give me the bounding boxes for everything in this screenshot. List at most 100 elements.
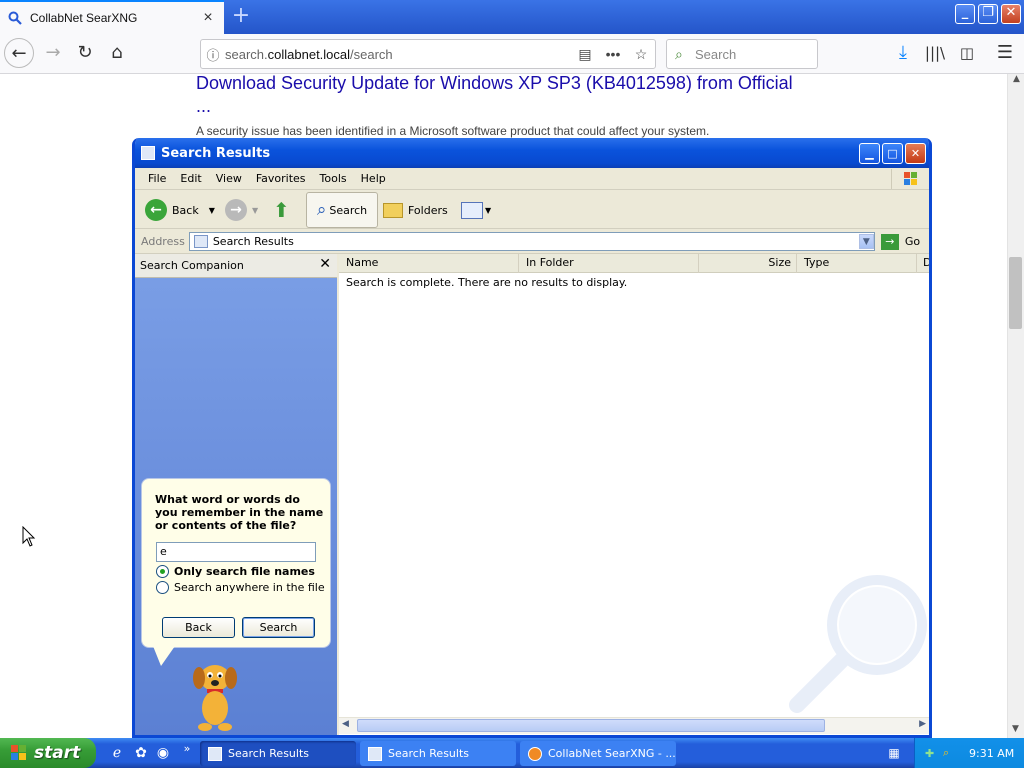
forward-arrow-icon[interactable]: →	[38, 38, 68, 68]
close-companion-icon[interactable]: ✕	[319, 256, 331, 272]
browser-maximize-button[interactable]: ❐	[978, 4, 998, 24]
radio-file-names[interactable]: Only search file names	[156, 565, 331, 578]
bookmark-star-icon[interactable]: ☆	[627, 46, 655, 63]
search-balloon: What word or words do you remember in th…	[141, 478, 331, 648]
search-magnifier-icon: ⌕	[316, 200, 327, 220]
home-icon[interactable]: ⌂	[102, 38, 132, 68]
companion-search-button[interactable]: Search	[242, 617, 315, 638]
address-value: Search Results	[212, 235, 294, 248]
url-host: collabnet.local	[267, 46, 351, 62]
url-text[interactable]: search.collabnet.local/search	[225, 47, 571, 62]
taskbar-item-search-results-1[interactable]: Search Results	[200, 741, 356, 766]
menu-file[interactable]: File	[141, 172, 173, 185]
companion-back-button[interactable]: Back	[162, 617, 235, 638]
menu-favorites[interactable]: Favorites	[249, 172, 313, 185]
browser-search-box[interactable]: ⌕ Search	[666, 39, 818, 69]
browser-minimize-button[interactable]: _	[955, 4, 975, 24]
back-arrow-icon: ←	[145, 199, 167, 221]
reload-icon[interactable]: ↻	[70, 38, 100, 68]
search-toolbar-button[interactable]: ⌕ Search	[306, 192, 378, 228]
search-tray-icon[interactable]: ⌕	[943, 746, 961, 760]
go-label: Go	[904, 235, 921, 248]
close-button[interactable]: ✕	[905, 143, 926, 164]
radio-unselected-icon[interactable]	[156, 581, 169, 594]
forward-arrow-icon: →	[225, 199, 247, 221]
system-tray: ✚ ⌕ 9:31 AM	[914, 738, 1024, 768]
views-button[interactable]: ▼	[461, 191, 491, 229]
keyboard-layout-icon[interactable]: ▦	[886, 746, 902, 760]
scroll-right-arrow-icon[interactable]: ▶	[919, 719, 926, 729]
balloon-tail	[153, 646, 175, 666]
folders-label: Folders	[408, 203, 448, 217]
search-result-title-link[interactable]: Download Security Update for Windows XP …	[196, 72, 796, 118]
forward-dropdown-icon[interactable]: ▼	[252, 206, 258, 215]
page-actions-icon[interactable]: •••	[599, 46, 627, 62]
column-date[interactable]: D	[917, 254, 929, 273]
network-icon[interactable]: ✚	[925, 747, 943, 760]
search-query-input[interactable]: e	[156, 542, 316, 562]
column-name[interactable]: Name	[339, 254, 519, 273]
browser-close-button[interactable]: ✕	[1001, 4, 1021, 24]
scroll-down-arrow-icon[interactable]: ▼	[1007, 724, 1024, 734]
radio-anywhere[interactable]: Search anywhere in the file	[156, 581, 331, 594]
folders-button[interactable]: Folders	[383, 191, 448, 229]
media-player-icon[interactable]: ✿	[132, 744, 150, 762]
internet-explorer-icon[interactable]: ℯ	[108, 744, 126, 762]
go-button[interactable]: → Go	[880, 233, 921, 250]
library-icon[interactable]: |||\	[920, 38, 950, 68]
download-icon[interactable]: ⤓	[888, 38, 918, 68]
hamburger-menu-icon[interactable]: ☰	[990, 38, 1020, 68]
explorer-title-bar[interactable]: Search Results	[135, 138, 929, 168]
back-arrow-icon[interactable]: ←	[4, 38, 34, 68]
search-results-icon	[193, 235, 208, 248]
address-field[interactable]: Search Results ▼	[188, 232, 875, 251]
page-scrollbar-thumb[interactable]	[1009, 257, 1022, 329]
reader-view-icon[interactable]: ▤	[571, 46, 599, 63]
search-favicon-icon	[8, 11, 22, 25]
scroll-left-arrow-icon[interactable]: ◀	[342, 719, 349, 729]
magnifier-watermark-icon	[789, 575, 927, 713]
results-pane: Name In Folder Size Type D Search is com…	[339, 254, 929, 735]
views-dropdown-icon: ▼	[485, 205, 492, 215]
clock[interactable]: 9:31 AM	[969, 747, 1014, 760]
horizontal-scrollbar-thumb[interactable]	[357, 719, 825, 732]
menu-view[interactable]: View	[209, 172, 249, 185]
radio-file-names-label: Only search file names	[174, 565, 315, 578]
scroll-up-arrow-icon[interactable]: ▲	[1008, 74, 1024, 84]
firefox-icon	[528, 746, 542, 761]
views-icon	[461, 201, 483, 219]
maximize-button[interactable]: □	[882, 143, 903, 164]
site-info-icon[interactable]: ⓘ	[201, 45, 225, 64]
browser-tab[interactable]: CollabNet SearXNG ×	[0, 0, 224, 34]
menu-tools[interactable]: Tools	[313, 172, 354, 185]
tab-close-icon[interactable]: ×	[200, 9, 216, 27]
column-in-folder[interactable]: In Folder	[519, 254, 699, 273]
up-folder-icon[interactable]: ⬆	[273, 191, 290, 229]
address-bar: Address Search Results ▼ → Go	[135, 230, 929, 254]
new-tab-button[interactable]: +	[226, 2, 256, 32]
start-button[interactable]: start	[0, 738, 96, 768]
taskbar-item-search-results-2[interactable]: Search Results	[360, 741, 516, 766]
browser-quicklaunch-icon[interactable]: ◉	[154, 744, 172, 762]
search-dog-icon[interactable]	[185, 658, 245, 732]
forward-button[interactable]: → ▼	[225, 191, 258, 229]
menu-bar: File Edit View Favorites Tools Help	[135, 168, 929, 190]
search-placeholder: Search	[695, 46, 737, 62]
url-bar[interactable]: ⓘ search.collabnet.local/search ▤ ••• ☆	[200, 39, 656, 69]
menu-help[interactable]: Help	[354, 172, 393, 185]
explorer-window: Search Results ▁ □ ✕ File Edit View Favo…	[132, 138, 932, 738]
column-size[interactable]: Size	[699, 254, 797, 273]
back-button[interactable]: ← Back ▼	[145, 191, 215, 229]
radio-selected-icon[interactable]	[156, 565, 169, 578]
taskbar-item-label: Search Results	[388, 747, 470, 760]
taskbar-item-firefox[interactable]: CollabNet SearXNG - ...	[520, 741, 676, 766]
column-type[interactable]: Type	[797, 254, 917, 273]
minimize-button[interactable]: ▁	[859, 143, 880, 164]
back-dropdown-icon[interactable]: ▼	[209, 206, 215, 215]
address-dropdown-icon[interactable]: ▼	[858, 234, 874, 249]
sidebar-icon[interactable]: ◫	[952, 38, 982, 68]
quicklaunch-overflow-icon[interactable]: »	[178, 740, 196, 758]
menu-edit[interactable]: Edit	[173, 172, 208, 185]
taskbar-item-label: CollabNet SearXNG - ...	[548, 747, 676, 760]
page-scrollbar[interactable]: ▲	[1007, 74, 1024, 738]
